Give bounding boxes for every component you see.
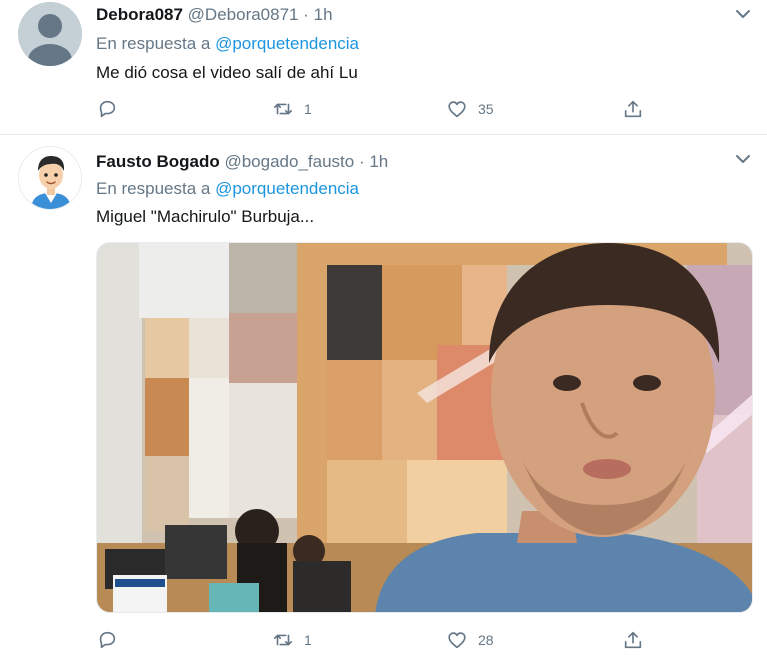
cartoon-man-avatar [19, 147, 81, 209]
tweet-header: Fausto Bogado @bogado_fausto · 1h [96, 152, 388, 172]
like-count: 28 [478, 632, 494, 648]
user-handle[interactable]: @Debora0871 [188, 5, 299, 24]
retweet-button[interactable]: 1 [272, 97, 312, 121]
like-count: 35 [478, 101, 494, 117]
timestamp[interactable]: 1h [314, 5, 333, 24]
retweet-button[interactable]: 1 [272, 628, 312, 652]
mention-link[interactable]: @porquetendencia [215, 179, 359, 198]
user-handle[interactable]: @bogado_fausto [224, 152, 354, 171]
share-icon [624, 100, 642, 118]
reply-icon [99, 631, 116, 649]
action-bar: 1 28 [96, 628, 656, 652]
retweet-count: 1 [304, 101, 312, 117]
tweet[interactable]: Fausto Bogado @bogado_fausto · 1h En res… [0, 134, 767, 663]
share-button[interactable] [622, 97, 644, 121]
separator-dot: · [303, 5, 309, 24]
tweet-header: Debora087 @Debora0871 · 1h [96, 5, 333, 25]
share-icon [624, 631, 642, 649]
like-icon [448, 101, 466, 118]
reply-icon [99, 100, 116, 118]
display-name[interactable]: Debora087 [96, 5, 183, 24]
selfie-photo [97, 243, 752, 612]
retweet-count: 1 [304, 632, 312, 648]
chevron-down-icon[interactable] [733, 149, 753, 169]
tweet-photo[interactable] [96, 242, 753, 613]
timestamp[interactable]: 1h [369, 152, 388, 171]
like-button[interactable]: 28 [446, 628, 494, 652]
retweet-icon [273, 103, 293, 115]
reply-context: En respuesta a @porquetendencia [96, 179, 359, 199]
avatar[interactable] [18, 2, 82, 66]
tweet-text: Miguel "Machirulo" Burbuja... [96, 207, 315, 226]
display-name[interactable]: Fausto Bogado [96, 152, 220, 171]
reply-button[interactable] [96, 628, 128, 652]
tweet[interactable]: Debora087 @Debora0871 · 1h En respuesta … [0, 0, 767, 134]
chevron-down-icon[interactable] [733, 4, 753, 24]
action-bar: 1 35 [96, 97, 656, 121]
reply-prefix: En respuesta a [96, 34, 211, 53]
like-icon [448, 632, 466, 649]
default-profile-icon [18, 2, 82, 66]
avatar[interactable] [18, 146, 82, 210]
mention-link[interactable]: @porquetendencia [215, 34, 359, 53]
like-button[interactable]: 35 [446, 97, 494, 121]
reply-prefix: En respuesta a [96, 179, 211, 198]
separator-dot: · [358, 152, 365, 171]
share-button[interactable] [622, 628, 644, 652]
reply-button[interactable] [96, 97, 128, 121]
reply-context: En respuesta a @porquetendencia [96, 34, 359, 54]
retweet-icon [273, 634, 293, 646]
tweet-text: Me dió cosa el video salí de ahí Lu [96, 63, 358, 82]
